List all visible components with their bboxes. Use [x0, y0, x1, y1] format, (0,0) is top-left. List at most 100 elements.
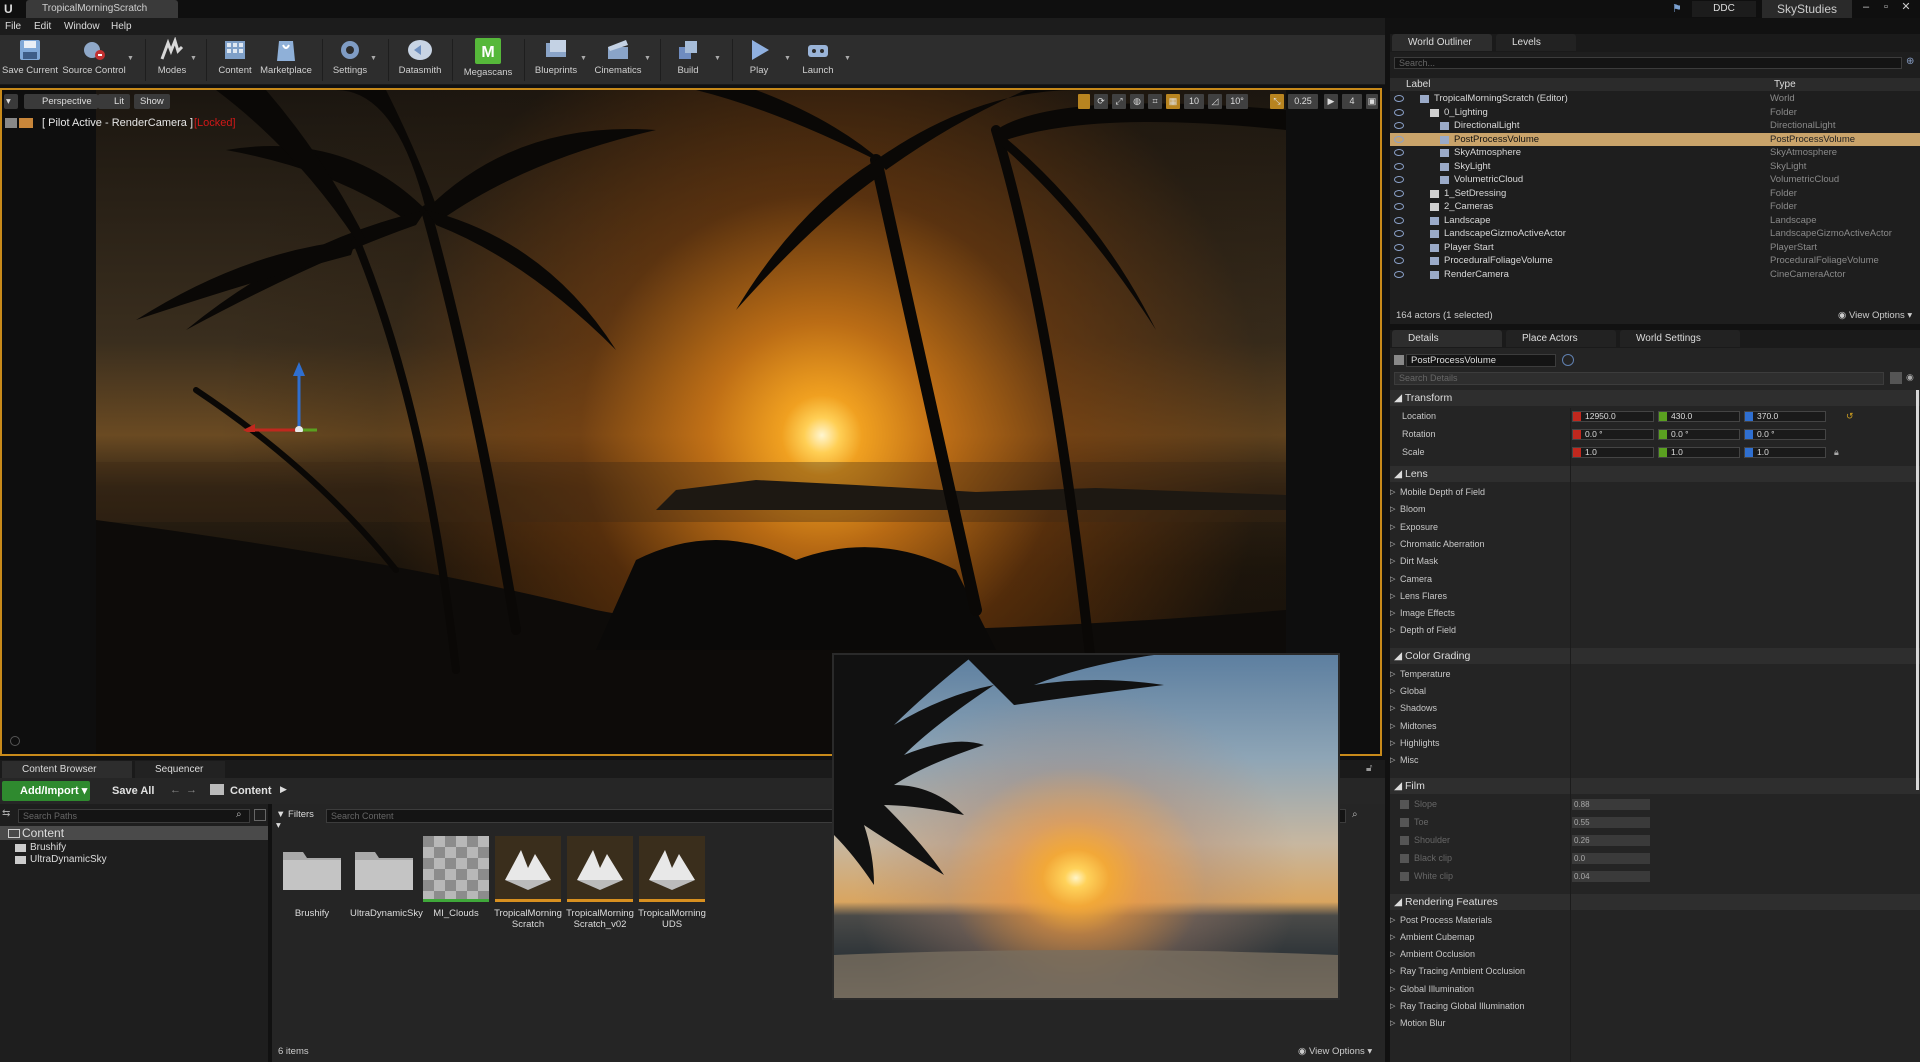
category-color-grading[interactable]: ◢ Color Grading	[1390, 647, 1920, 664]
source-control-button[interactable]: Source Control	[62, 37, 126, 83]
outliner-row[interactable]: Player Start PlayerStart	[1390, 241, 1920, 255]
visibility-eye-icon[interactable]	[1394, 203, 1404, 210]
scale-x-field[interactable]: 1.0	[1572, 447, 1654, 458]
outliner-row[interactable]: TropicalMorningScratch (Editor) World	[1390, 92, 1920, 106]
outliner-row[interactable]: VolumetricCloud VolumetricCloud	[1390, 173, 1920, 187]
source-control-dropdown-icon[interactable]: ▼	[127, 55, 135, 62]
visibility-eye-icon[interactable]	[1394, 270, 1404, 278]
tree-item-content[interactable]: Content	[0, 826, 268, 840]
outliner-row[interactable]: 1_SetDressing Folder	[1390, 187, 1920, 201]
property-group[interactable]: ▷ Chromatic Aberration	[1390, 536, 1920, 553]
expand-arrow-icon[interactable]: ▷	[1390, 981, 1395, 998]
property-group[interactable]: ▷ Global	[1390, 683, 1920, 700]
override-checkbox[interactable]	[1400, 835, 1409, 845]
transform-mode-icon[interactable]	[1078, 94, 1090, 109]
expand-arrow-icon[interactable]: ▷	[1390, 735, 1395, 752]
outliner-row[interactable]: LandscapeGizmoActiveActor LandscapeGizmoA…	[1390, 227, 1920, 241]
visibility-eye-icon[interactable]: ◉	[1906, 372, 1918, 384]
location-y-field[interactable]: 430.0	[1658, 411, 1740, 422]
property-matrix-icon[interactable]	[1890, 372, 1902, 384]
property-group[interactable]: ▷ Depth of Field	[1390, 622, 1920, 639]
override-checkbox[interactable]	[1400, 817, 1409, 827]
outliner-search-input[interactable]: Search...	[1394, 57, 1902, 69]
override-checkbox[interactable]	[1400, 871, 1409, 881]
history-back-icon[interactable]: ←	[170, 784, 181, 796]
property-group[interactable]: ▷ Post Process Materials	[1390, 912, 1920, 929]
expand-arrow-icon[interactable]: ▷	[1390, 998, 1395, 1015]
expand-arrow-icon[interactable]: ▷	[1390, 484, 1395, 501]
content-button[interactable]: Content	[214, 37, 256, 83]
cinematics-dropdown-icon[interactable]: ▼	[644, 55, 652, 62]
outliner-row[interactable]: 2_Cameras Folder	[1390, 200, 1920, 214]
visibility-eye-icon[interactable]	[1394, 176, 1404, 183]
asset-folder-ultradynamicsky[interactable]: UltraDynamicSky	[350, 836, 423, 919]
launch-dropdown-icon[interactable]: ▼	[844, 55, 852, 62]
property-group[interactable]: ▷ Highlights	[1390, 735, 1920, 752]
grid-snap-value[interactable]: 10	[1184, 94, 1204, 109]
property-group[interactable]: ▷ Ambient Occlusion	[1390, 946, 1920, 963]
ddc-indicator[interactable]: DDC	[1692, 1, 1756, 17]
sources-toggle-icon[interactable]: ⇆	[2, 808, 14, 820]
asset-folder-brushify[interactable]: Brushify	[278, 836, 346, 919]
film-setting-value[interactable]: 0.04	[1572, 870, 1650, 882]
notification-icon[interactable]: ⚑	[1672, 2, 1686, 16]
property-group[interactable]: ▷ Global Illumination	[1390, 981, 1920, 998]
asset-material-mi-clouds[interactable]: MI_Clouds	[422, 836, 490, 919]
expand-arrow-icon[interactable]: ▷	[1390, 963, 1395, 980]
scale-z-field[interactable]: 1.0	[1744, 447, 1826, 458]
scale-snap-value[interactable]: 0.25	[1288, 94, 1318, 109]
actor-name-field[interactable]: PostProcessVolume	[1406, 354, 1556, 367]
outliner-row[interactable]: ProceduralFoliageVolume ProceduralFoliage…	[1390, 254, 1920, 268]
visibility-eye-icon[interactable]	[1394, 162, 1404, 170]
scale-y-field[interactable]: 1.0	[1658, 447, 1740, 458]
expand-arrow-icon[interactable]: ▷	[1390, 666, 1395, 683]
document-tab[interactable]: TropicalMorningScratch	[26, 0, 178, 18]
outliner-row[interactable]: Landscape Landscape	[1390, 214, 1920, 228]
asset-level-tropicalmorning-uds[interactable]: TropicalMorning UDS	[638, 836, 706, 930]
visibility-eye-icon[interactable]	[1394, 149, 1404, 156]
property-group[interactable]: ▷ Midtones	[1390, 718, 1920, 735]
show-button[interactable]: Show	[134, 94, 170, 109]
filters-button[interactable]: ▼ Filters ▾	[276, 809, 320, 831]
blueprints-button[interactable]: Blueprints	[532, 37, 580, 83]
outliner-row[interactable]: DirectionalLight DirectionalLight	[1390, 119, 1920, 133]
path-view-options-icon[interactable]	[254, 809, 266, 821]
outliner-row[interactable]: 0_Lighting Folder	[1390, 106, 1920, 120]
cinematics-button[interactable]: Cinematics	[592, 37, 644, 83]
location-label[interactable]: Location	[1402, 408, 1436, 425]
visibility-eye-icon[interactable]	[1394, 189, 1404, 197]
camera-speed-value[interactable]: 4	[1342, 94, 1362, 109]
rotation-y-field[interactable]: 0.0 °	[1658, 429, 1740, 440]
expand-arrow-icon[interactable]: ▷	[1390, 946, 1395, 963]
surface-snap-icon[interactable]: ⌗	[1148, 94, 1162, 109]
expand-arrow-icon[interactable]: ▷	[1390, 929, 1395, 946]
launch-button[interactable]: Launch	[798, 37, 838, 83]
property-group[interactable]: ▷ Mobile Depth of Field	[1390, 484, 1920, 501]
property-group[interactable]: ▷ Temperature	[1390, 666, 1920, 683]
property-group[interactable]: ▷ Motion Blur	[1390, 1015, 1920, 1032]
location-x-field[interactable]: 12950.0	[1572, 411, 1654, 422]
asset-level-tropicalmorning-scratch-v02[interactable]: TropicalMorning Scratch_v02	[566, 836, 634, 930]
expand-arrow-icon[interactable]: ▷	[1390, 622, 1395, 639]
pilot-camera-icon[interactable]	[4, 116, 36, 130]
add-import-button[interactable]: Add/Import ▾	[2, 781, 90, 801]
viewport-help-icon[interactable]	[10, 736, 20, 746]
scale-lock-icon[interactable]: 🔒︎	[1834, 444, 1839, 461]
override-checkbox[interactable]	[1400, 799, 1409, 809]
grid-snap-icon[interactable]: ▦	[1166, 94, 1180, 109]
history-forward-icon[interactable]: →	[186, 784, 197, 796]
reset-to-default-icon[interactable]: ↺	[1846, 408, 1854, 425]
settings-button[interactable]: Settings	[330, 37, 370, 83]
film-setting-value[interactable]: 0.26	[1572, 834, 1650, 846]
rotation-snap-value[interactable]: 10°	[1226, 94, 1248, 109]
datasmith-button[interactable]: Datasmith	[396, 37, 444, 83]
property-group[interactable]: ▷ Dirt Mask	[1390, 553, 1920, 570]
maximize-viewport-icon[interactable]: ▣	[1366, 94, 1378, 109]
help-icon[interactable]	[1562, 354, 1574, 366]
lit-button[interactable]: Lit	[98, 94, 131, 109]
build-button[interactable]: Build	[668, 37, 708, 83]
settings-dropdown-icon[interactable]: ▼	[370, 55, 378, 62]
details-scrollbar[interactable]	[1916, 390, 1919, 790]
visibility-eye-icon[interactable]	[1394, 122, 1404, 129]
breadcrumb-arrow-icon[interactable]: ▶	[280, 784, 287, 795]
